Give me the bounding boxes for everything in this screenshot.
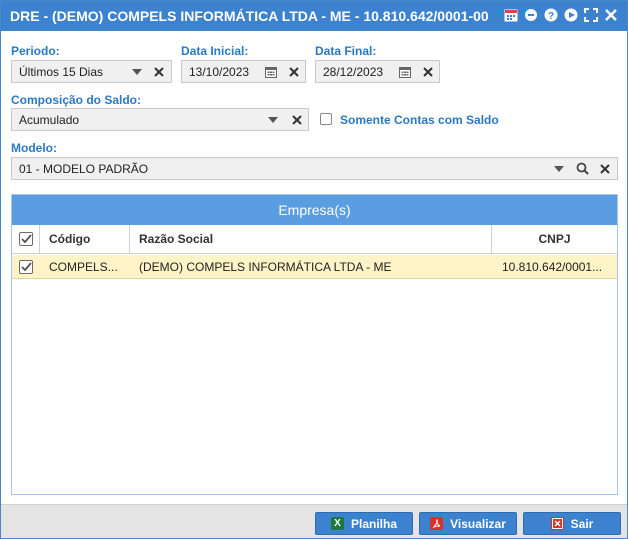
chevron-down-icon[interactable] — [263, 109, 283, 130]
periodo-select[interactable]: Últimos 15 Dias — [11, 60, 172, 83]
title-bar: DRE - (DEMO) COMPELS INFORMÁTICA LTDA - … — [1, 1, 627, 31]
data-final-field[interactable]: 28/12/2023 — [315, 60, 440, 83]
data-inicial-value: 13/10/2023 — [189, 65, 250, 79]
modelo-value: 01 - MODELO PADRÃO — [19, 162, 149, 176]
modelo-select[interactable]: 01 - MODELO PADRÃO — [11, 157, 618, 180]
title-bar-icons: ? — [503, 7, 619, 23]
column-header-codigo[interactable]: Código — [40, 225, 130, 253]
column-header-cnpj[interactable]: CNPJ — [492, 225, 617, 253]
sair-button[interactable]: Sair — [523, 512, 621, 535]
modelo-label: Modelo: — [11, 141, 57, 155]
clear-icon[interactable] — [149, 61, 169, 82]
help-icon[interactable]: ? — [543, 7, 559, 23]
planilha-label: Planilha — [350, 516, 397, 531]
exit-icon — [550, 517, 564, 530]
footer-bar: X Planilha Visualizar Sair — [1, 504, 627, 538]
grid-header: Código Razão Social CNPJ — [12, 225, 617, 254]
sair-label: Sair — [570, 516, 594, 531]
close-icon[interactable] — [603, 7, 619, 23]
play-icon[interactable] — [563, 7, 579, 23]
composicao-select[interactable]: Acumulado — [11, 108, 309, 131]
calendar-icon[interactable] — [503, 7, 519, 23]
clear-icon[interactable] — [284, 61, 304, 82]
cell-cnpj: 10.810.642/0001... — [502, 259, 603, 274]
clear-icon[interactable] — [418, 61, 438, 82]
somente-contas-checkbox[interactable] — [320, 113, 332, 125]
svg-text:?: ? — [548, 11, 554, 22]
dre-window: DRE - (DEMO) COMPELS INFORMÁTICA LTDA - … — [0, 0, 628, 539]
calendar-picker-icon[interactable] — [261, 61, 281, 82]
periodo-label: Periodo: — [11, 44, 60, 58]
empresa-grid: Empresa(s) Código Razão Social CNPJ COMP… — [11, 194, 618, 495]
visualizar-button[interactable]: Visualizar — [419, 512, 517, 535]
data-inicial-field[interactable]: 13/10/2023 — [181, 60, 306, 83]
minimize-icon[interactable] — [523, 7, 539, 23]
cell-codigo: COMPELS... — [49, 259, 118, 274]
cell-razao-social: (DEMO) COMPELS INFORMÁTICA LTDA - ME — [139, 259, 392, 274]
pdf-icon — [430, 517, 444, 530]
calendar-picker-icon[interactable] — [395, 61, 415, 82]
data-final-value: 28/12/2023 — [323, 65, 384, 79]
periodo-value: Últimos 15 Dias — [19, 65, 104, 79]
composicao-label: Composição do Saldo: — [11, 93, 142, 107]
search-icon[interactable] — [572, 158, 592, 179]
column-header-razao-social[interactable]: Razão Social — [130, 225, 492, 253]
window-title: DRE - (DEMO) COMPELS INFORMÁTICA LTDA - … — [10, 8, 489, 24]
chevron-down-icon[interactable] — [549, 158, 569, 179]
composicao-value: Acumulado — [19, 113, 80, 127]
data-inicial-label: Data Inicial: — [181, 44, 249, 58]
maximize-icon[interactable] — [583, 7, 599, 23]
chevron-down-icon[interactable] — [127, 61, 147, 82]
clear-icon[interactable] — [287, 109, 307, 130]
planilha-button[interactable]: X Planilha — [315, 512, 413, 535]
somente-contas-label[interactable]: Somente Contas com Saldo — [340, 113, 499, 127]
select-all-checkbox-icon[interactable] — [18, 232, 33, 246]
visualizar-label: Visualizar — [450, 516, 506, 531]
clear-icon[interactable] — [595, 158, 615, 179]
grid-title: Empresa(s) — [12, 195, 617, 225]
select-all-cell[interactable] — [12, 225, 40, 253]
row-select-cell[interactable] — [12, 255, 40, 278]
row-checkbox-icon[interactable] — [19, 259, 33, 274]
table-row[interactable]: COMPELS... (DEMO) COMPELS INFORMÁTICA LT… — [12, 255, 617, 279]
excel-icon: X — [330, 517, 344, 530]
data-final-label: Data Final: — [315, 44, 377, 58]
